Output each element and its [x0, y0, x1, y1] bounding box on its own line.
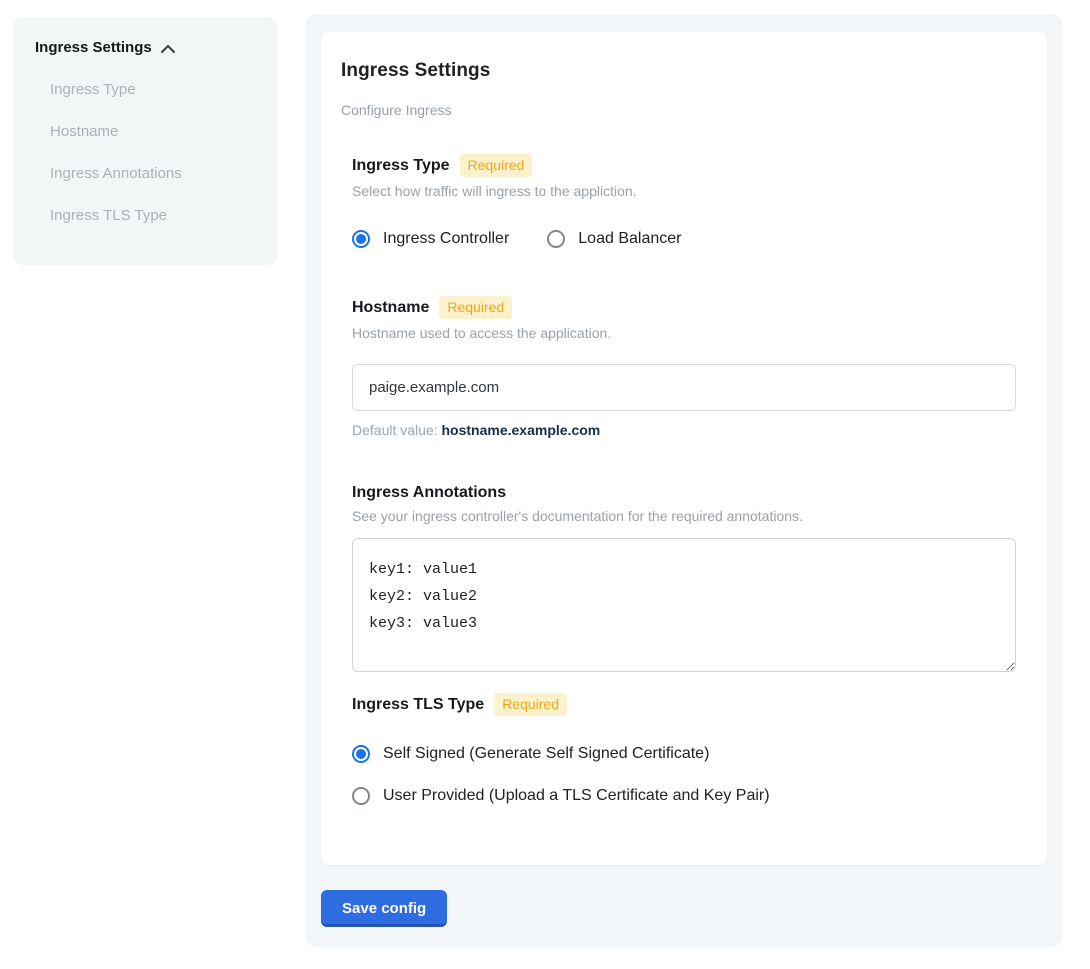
sidebar-item-list: Ingress Type Hostname Ingress Annotation…: [50, 81, 257, 224]
ingress-settings-card: Ingress Settings Configure Ingress Ingre…: [321, 32, 1047, 865]
hostname-default-value: Default value: hostname.example.com: [352, 422, 1027, 438]
ingress-annotations-description: See your ingress controller's documentat…: [352, 508, 1027, 524]
default-value-text: hostname.example.com: [442, 422, 601, 438]
sidebar-item-ingress-tls-type[interactable]: Ingress TLS Type: [50, 207, 257, 224]
section-ingress-tls-type: Ingress TLS Type Required Self Signed (G…: [352, 693, 1027, 805]
sidebar-item-hostname[interactable]: Hostname: [50, 123, 257, 140]
radio-button-icon[interactable]: [352, 745, 370, 763]
sidebar-item-ingress-annotations[interactable]: Ingress Annotations: [50, 165, 257, 182]
radio-button-icon[interactable]: [352, 787, 370, 805]
sidebar-item-ingress-type[interactable]: Ingress Type: [50, 81, 257, 98]
ingress-type-label: Ingress Type: [352, 157, 450, 175]
settings-panel: Ingress Settings Configure Ingress Ingre…: [305, 14, 1063, 947]
radio-label: Ingress Controller: [383, 230, 509, 248]
required-badge: Required: [439, 296, 512, 319]
page-subtitle: Configure Ingress: [341, 102, 1027, 118]
chevron-up-icon: [160, 42, 176, 54]
section-hostname: Hostname Required Hostname used to acces…: [352, 296, 1027, 438]
ingress-type-radio-group: Ingress Controller Load Balancer: [352, 230, 1027, 248]
required-badge: Required: [460, 154, 533, 177]
radio-user-provided[interactable]: User Provided (Upload a TLS Certificate …: [352, 787, 1027, 805]
hostname-description: Hostname used to access the application.: [352, 325, 1027, 341]
default-value-prefix: Default value:: [352, 422, 442, 438]
sidebar-group-label: Ingress Settings: [35, 39, 152, 56]
required-badge: Required: [494, 693, 567, 716]
radio-label: User Provided (Upload a TLS Certificate …: [383, 787, 770, 805]
section-ingress-annotations: Ingress Annotations See your ingress con…: [352, 484, 1027, 672]
hostname-input[interactable]: [352, 364, 1016, 411]
page-title: Ingress Settings: [341, 60, 1027, 82]
radio-load-balancer[interactable]: Load Balancer: [547, 230, 681, 248]
settings-nav-sidebar: Ingress Settings Ingress Type Hostname I…: [13, 17, 277, 265]
radio-button-icon[interactable]: [352, 230, 370, 248]
ingress-tls-radio-group: Self Signed (Generate Self Signed Certif…: [352, 745, 1027, 805]
ingress-type-description: Select how traffic will ingress to the a…: [352, 183, 1027, 199]
save-config-button[interactable]: Save config: [321, 890, 447, 927]
radio-label: Load Balancer: [578, 230, 681, 248]
hostname-label: Hostname: [352, 299, 429, 317]
radio-label: Self Signed (Generate Self Signed Certif…: [383, 745, 709, 763]
radio-button-icon[interactable]: [547, 230, 565, 248]
sidebar-group-ingress-settings[interactable]: Ingress Settings: [35, 39, 257, 56]
radio-ingress-controller[interactable]: Ingress Controller: [352, 230, 509, 248]
radio-self-signed[interactable]: Self Signed (Generate Self Signed Certif…: [352, 745, 1027, 763]
ingress-tls-type-label: Ingress TLS Type: [352, 696, 484, 714]
ingress-annotations-textarea[interactable]: key1: value1 key2: value2 key3: value3: [352, 538, 1016, 672]
ingress-annotations-label: Ingress Annotations: [352, 484, 506, 502]
section-ingress-type: Ingress Type Required Select how traffic…: [352, 154, 1027, 248]
page: Ingress Settings Ingress Type Hostname I…: [0, 0, 1090, 947]
